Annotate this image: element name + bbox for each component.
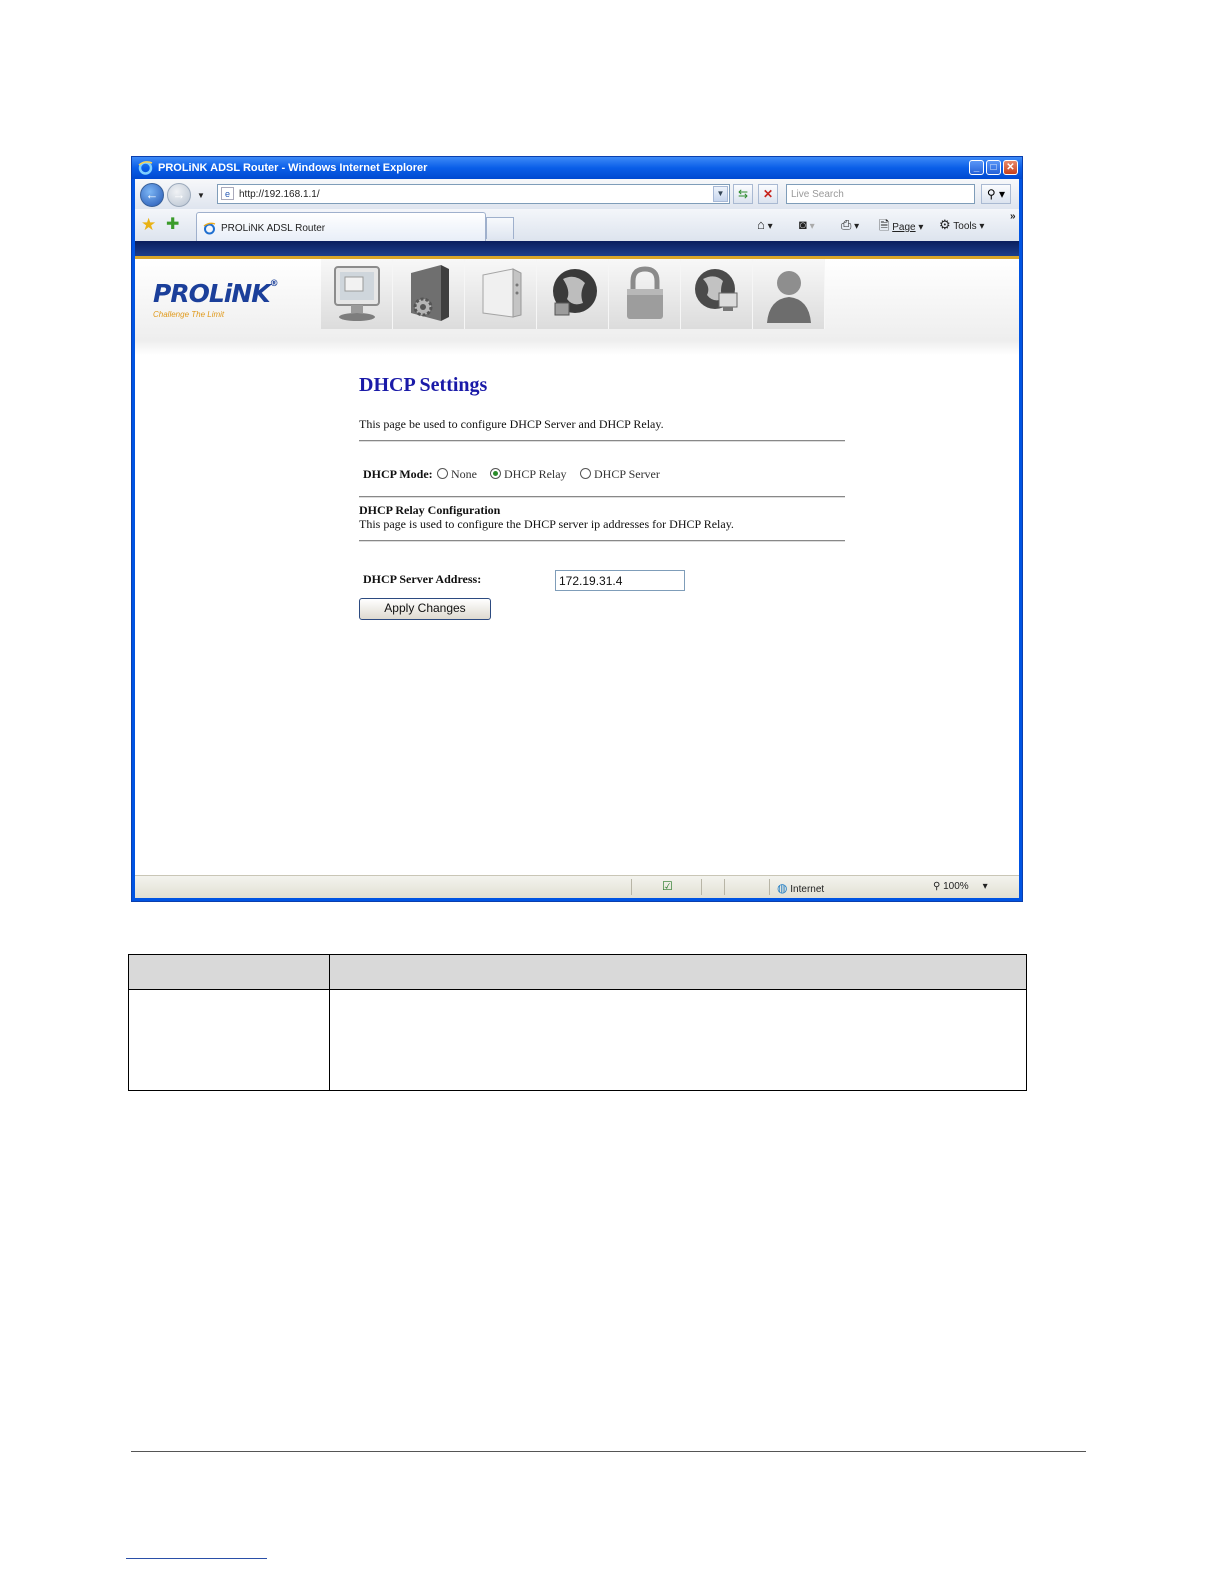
radio-dhcp-relay-dot[interactable] [490, 468, 501, 479]
server-address-input[interactable]: 172.19.31.4 [555, 570, 685, 591]
home-icon: ⌂ [757, 217, 765, 232]
divider [359, 440, 845, 442]
radio-dhcp-server[interactable]: DHCP Server [580, 467, 660, 482]
table-header-row [128, 954, 1027, 990]
status-divider [769, 879, 770, 895]
relay-config-title: DHCP Relay Configuration [359, 503, 501, 517]
tools-menu[interactable]: ⚙ Tools ▾ [939, 217, 984, 233]
page-intro: This page be used to configure DHCP Serv… [359, 417, 664, 431]
status-bar: ☑ ◍ Internet ⚲ 100% ▾ [135, 875, 1019, 898]
footer-divider [131, 1451, 1086, 1452]
menu-maintenance[interactable] [681, 259, 753, 329]
tab-prolink-router[interactable]: PROLiNK ADSL Router [196, 212, 486, 241]
status-icon [334, 266, 380, 321]
radio-dhcp-server-dot[interactable] [580, 468, 591, 479]
server-address-label: DHCP Server Address: [363, 572, 482, 586]
title-bar: PROLiNK ADSL Router - Windows Internet E… [132, 157, 1022, 179]
table-header-cell [128, 954, 330, 990]
ie-tab-icon [203, 222, 216, 235]
rss-icon: ◙ [799, 217, 807, 232]
print-button[interactable]: ⎙ ▾ [841, 217, 859, 233]
new-tab-button[interactable] [486, 217, 514, 239]
stop-button[interactable]: ✕ [758, 184, 778, 204]
ie-icon [138, 161, 153, 175]
relay-config-description: This page is used to configure the DHCP … [359, 517, 734, 531]
protected-mode-icon: ☑ [662, 879, 673, 893]
address-bar[interactable]: e http://192.168.1.1/ ▼ [217, 184, 730, 204]
close-button[interactable]: ✕ [1003, 160, 1018, 175]
window-title: PROLiNK ADSL Router - Windows Internet E… [158, 162, 428, 174]
parameter-table [128, 954, 1027, 1091]
radio-none-dot[interactable] [437, 468, 448, 479]
table-header-cell [329, 954, 1027, 990]
zoom-icon: ⚲ [933, 881, 941, 892]
advance-icon [482, 268, 522, 318]
service-icon [553, 269, 597, 316]
page-menu-icon: 🗎 [879, 218, 890, 233]
dhcp-mode-label: DHCP Mode: [363, 467, 433, 481]
url-text: http://192.168.1.1/ [239, 189, 320, 200]
table-cell [128, 989, 330, 1091]
minimize-button[interactable]: _ [969, 160, 984, 175]
divider [359, 496, 845, 498]
divider [359, 540, 845, 542]
table-cell [329, 989, 1027, 1091]
search-input[interactable]: Live Search [786, 184, 975, 204]
footnote-divider [126, 1558, 267, 1559]
status-divider [724, 879, 725, 895]
printer-icon: ⎙ [841, 217, 852, 232]
router-header: PROLiNK® Challenge The Limit [135, 259, 1019, 355]
address-dropdown-icon[interactable]: ▼ [713, 186, 728, 202]
main-menu [321, 259, 825, 329]
user-icon [767, 271, 811, 323]
more-commands-icon[interactable]: » [1010, 211, 1016, 222]
header-stripe [135, 241, 1019, 259]
home-button[interactable]: ⌂ ▾ [757, 217, 773, 232]
menu-status[interactable] [321, 259, 393, 329]
page-icon: e [221, 187, 234, 200]
menu-firewall[interactable] [609, 259, 681, 329]
forward-button[interactable]: → [167, 183, 191, 207]
tab-label: PROLiNK ADSL Router [221, 223, 326, 234]
setup-icon [411, 265, 449, 321]
page-viewport: PROLiNK® Challenge The Limit DHCP Settin… [135, 241, 1019, 876]
tagline: Challenge The Limit [153, 310, 225, 319]
apply-changes-button[interactable]: Apply Changes [359, 598, 491, 620]
radio-dhcp-relay[interactable]: DHCP Relay [490, 467, 567, 482]
refresh-button[interactable]: ⇆ [733, 184, 753, 204]
add-favorites-icon[interactable]: ✚ [166, 214, 179, 234]
command-bar: ★ ✚ PROLiNK ADSL Router ⌂ ▾ ◙ ▾ ⎙ ▾ 🗎 Pa… [135, 209, 1019, 242]
browser-window: PROLiNK ADSL Router - Windows Internet E… [131, 156, 1023, 902]
favorites-star-icon[interactable]: ★ [141, 215, 156, 235]
menu-admin[interactable] [753, 259, 825, 329]
prolink-logo: PROLiNK® [153, 279, 279, 308]
window-frame: ← → ▼ e http://192.168.1.1/ ▼ ⇆ ✕ Live S… [135, 179, 1019, 898]
zoom-control[interactable]: ⚲ 100% ▾ [933, 881, 988, 892]
gear-icon: ⚙ [939, 217, 951, 232]
menu-setup[interactable] [393, 259, 465, 329]
navigation-bar: ← → ▼ e http://192.168.1.1/ ▼ ⇆ ✕ Live S… [135, 179, 1019, 209]
globe-computer-icon [695, 269, 738, 311]
feeds-button[interactable]: ◙ ▾ [799, 217, 815, 232]
back-button[interactable]: ← [140, 183, 164, 207]
maximize-button[interactable]: □ [986, 160, 1001, 175]
table-row [128, 989, 1027, 1091]
search-button[interactable]: ⚲ ▾ [981, 184, 1011, 204]
page-menu[interactable]: 🗎 Page ▾ [879, 217, 923, 239]
history-dropdown-icon[interactable]: ▼ [197, 191, 205, 200]
internet-zone[interactable]: ◍ Internet [777, 881, 824, 895]
radio-none[interactable]: None [437, 467, 477, 482]
lock-icon [627, 266, 663, 319]
globe-icon: ◍ [777, 881, 788, 895]
status-divider [701, 879, 702, 895]
menu-advance[interactable] [465, 259, 537, 329]
page-title: DHCP Settings [359, 374, 488, 396]
status-divider [631, 879, 632, 895]
menu-service[interactable] [537, 259, 609, 329]
